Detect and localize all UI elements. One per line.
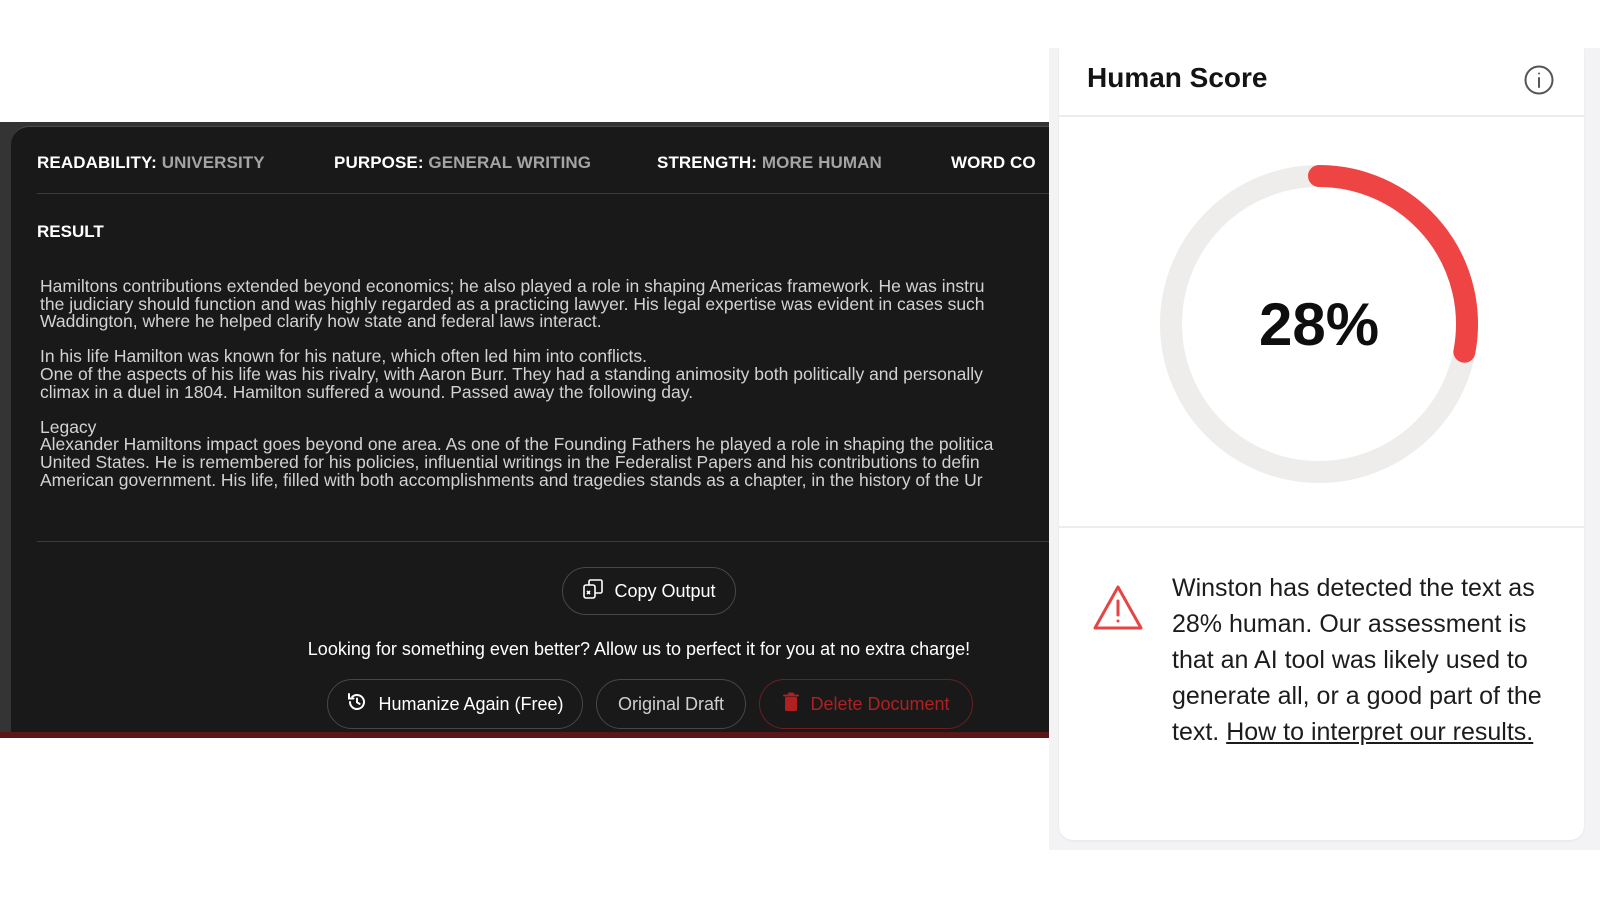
setting-strength[interactable]: STRENGTH: MORE HUMAN	[657, 153, 882, 173]
warning-icon	[1092, 584, 1144, 632]
result-line: Waddington, where he helped clarify how …	[40, 311, 602, 332]
panel-bottom-bar	[0, 732, 1049, 738]
original-draft-label: Original Draft	[617, 693, 725, 714]
human-score-card: Human Score 28% Winston has detected the…	[1059, 48, 1584, 840]
trash-icon	[782, 692, 800, 717]
humanizer-output-panel: READABILITY: UNIVERSITY PURPOSE: GENERAL…	[11, 126, 1049, 733]
result-text-area[interactable]: …… …… …… …… …… …… …… …… …… …… …… …… …… ……	[40, 259, 1049, 517]
promo-text: Looking for something even better? Allow…	[307, 639, 971, 659]
score-divider	[1059, 526, 1584, 528]
info-icon[interactable]	[1523, 64, 1555, 96]
result-paragraph: In his life Hamilton was known for his n…	[40, 348, 1049, 401]
result-line: United States. He is remembered for his …	[40, 451, 980, 472]
setting-value: GENERAL WRITING	[428, 153, 592, 172]
result-line: Hamiltons contributions extended beyond …	[40, 276, 985, 296]
humanize-again-label: Humanize Again (Free)	[378, 693, 564, 714]
humanize-again-button[interactable]: Humanize Again (Free)	[327, 679, 583, 729]
result-line: One of the aspects of his life was his r…	[40, 363, 983, 384]
refresh-icon	[346, 691, 368, 718]
setting-value: UNIVERSITY	[161, 153, 265, 172]
setting-word-count[interactable]: WORD CO	[951, 153, 1036, 173]
delete-document-button[interactable]: Delete Document	[759, 679, 973, 729]
setting-key: WORD CO	[951, 153, 1036, 172]
result-heading: RESULT	[37, 222, 104, 241]
clipped-line: …… …… …… …… …… …… …… …… …… …… …… …… …… ……	[40, 259, 1049, 260]
copy-output-button[interactable]: Copy Output	[562, 567, 736, 615]
setting-key: PURPOSE:	[334, 153, 424, 172]
humanizer-output-panel-frame: READABILITY: UNIVERSITY PURPOSE: GENERAL…	[0, 122, 1049, 738]
result-paragraph: Legacy Alexander Hamiltons impact goes b…	[40, 418, 1049, 490]
result-line: climax in a duel in 1804. Hamilton suffe…	[40, 381, 694, 402]
result-line: American government. His life, filled wi…	[40, 469, 983, 490]
result-paragraph: Hamiltons contributions extended beyond …	[40, 276, 1049, 332]
setting-purpose[interactable]: PURPOSE: GENERAL WRITING	[334, 153, 591, 173]
setting-key: READABILITY:	[37, 153, 157, 172]
header-divider	[1059, 115, 1584, 117]
copy-output-label: Copy Output	[614, 580, 716, 601]
settings-divider	[37, 193, 1049, 194]
setting-readability[interactable]: READABILITY: UNIVERSITY	[37, 153, 265, 173]
original-draft-button[interactable]: Original Draft	[596, 679, 746, 729]
card-title: Human Score	[1087, 62, 1268, 93]
copy-icon	[582, 578, 604, 605]
assessment-text: Winston has detected the text as 28% hum…	[1172, 570, 1552, 750]
setting-key: STRENGTH:	[657, 153, 758, 172]
score-value: 28%	[1258, 290, 1380, 358]
setting-value: MORE HUMAN	[761, 153, 882, 172]
interpret-results-link[interactable]: How to interpret our results.	[1226, 718, 1533, 746]
result-divider	[37, 541, 1049, 542]
delete-document-label: Delete Document	[810, 693, 950, 714]
